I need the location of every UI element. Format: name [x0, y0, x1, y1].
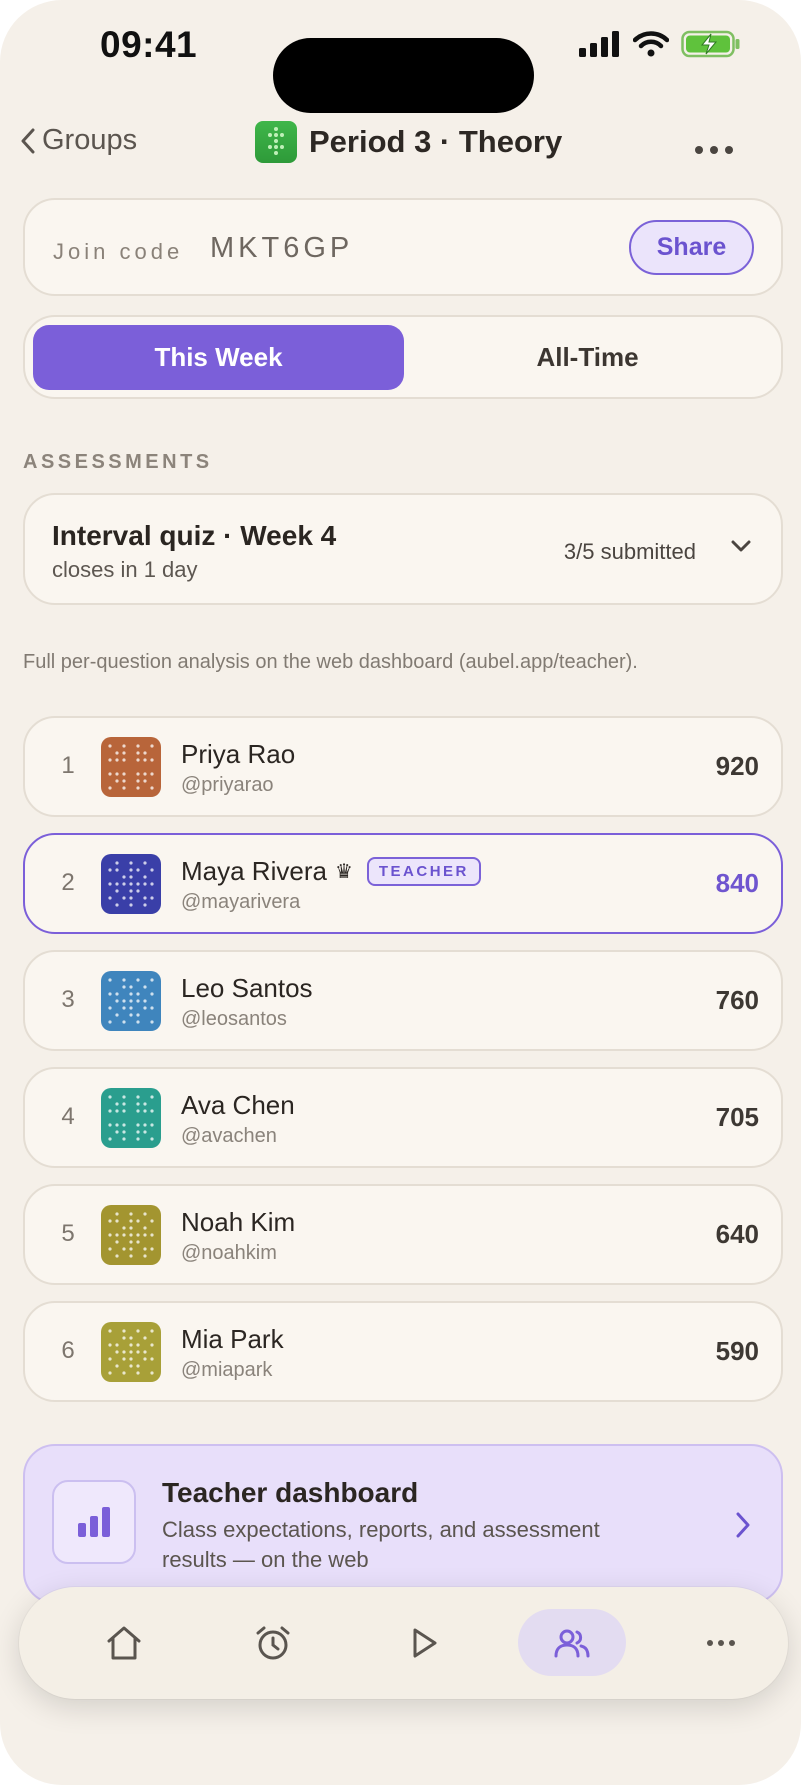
- avatar: [101, 1322, 161, 1382]
- player-name: Maya Rivera: [181, 856, 327, 886]
- player-name: Noah Kim: [181, 1207, 296, 1237]
- more-dot-icon: [725, 146, 733, 154]
- rank-number: 6: [61, 1337, 75, 1364]
- groups-icon: [554, 1629, 590, 1657]
- player-score: 840: [715, 868, 759, 898]
- player-handle: @priyarao: [181, 774, 274, 796]
- share-button[interactable]: Share: [629, 220, 754, 275]
- join-code-card: Join code MKT6GP Share: [23, 198, 783, 296]
- leaderboard-row[interactable]: 1 Priya Rao @priyarao 920: [23, 716, 783, 817]
- player-handle: @mayarivera: [181, 891, 301, 913]
- chevron-right-icon: [736, 1512, 750, 1538]
- leaderboard-row[interactable]: 6 Mia Park @miapark 590: [23, 1301, 783, 1402]
- name-line: Noah Kim: [181, 1207, 295, 1238]
- avatar: [101, 737, 161, 797]
- cellular-signal-icon: [579, 31, 619, 57]
- name-line: Maya Rivera ♛ TEACHER: [181, 856, 481, 887]
- name-line: Priya Rao: [181, 739, 295, 770]
- dashboard-title: Teacher dashboard: [162, 1477, 419, 1508]
- leaderboard-row[interactable]: 2 Maya Rivera ♛ TEACHER @mayarivera 840: [23, 833, 783, 934]
- leaderboard-row[interactable]: 3 Leo Santos @leosantos 760: [23, 950, 783, 1051]
- avatar: [101, 1205, 161, 1265]
- segment-all-time[interactable]: All-Time: [402, 325, 773, 390]
- assessment-card[interactable]: Interval quiz · Week 4 closes in 1 day 3…: [23, 493, 783, 605]
- player-name: Priya Rao: [181, 739, 296, 769]
- assessments-section-label: ASSESSMENTS: [23, 451, 213, 473]
- more-icon: [707, 1639, 735, 1646]
- tab-groups[interactable]: [518, 1609, 626, 1676]
- bar-chart-icon: [52, 1480, 136, 1564]
- player-score: 920: [715, 751, 759, 781]
- join-code-label: Join code: [53, 239, 184, 264]
- dashboard-note: Full per-question analysis on the web da…: [23, 651, 638, 673]
- more-dot-icon: [695, 146, 703, 154]
- player-score: 590: [715, 1336, 759, 1366]
- home-icon: [107, 1626, 141, 1659]
- rank-number: 4: [61, 1103, 75, 1130]
- name-line: Mia Park: [181, 1324, 284, 1355]
- tab-play[interactable]: [369, 1609, 477, 1676]
- chevron-down-icon: [731, 540, 751, 552]
- segment-this-week[interactable]: This Week: [33, 325, 404, 390]
- leaderboard-row[interactable]: 4 Ava Chen @avachen 705: [23, 1067, 783, 1168]
- assessment-deadline: closes in 1 day: [52, 557, 198, 582]
- rank-number: 3: [61, 986, 75, 1013]
- avatar: [101, 971, 161, 1031]
- leaderboard-row[interactable]: 5 Noah Kim @noahkim 640: [23, 1184, 783, 1285]
- more-options-button[interactable]: [695, 146, 733, 158]
- back-label: Groups: [42, 124, 138, 156]
- tab-bar: [19, 1587, 788, 1699]
- teacher-badge: TEACHER: [366, 857, 481, 886]
- rank-number: 2: [61, 869, 75, 896]
- crown-icon: ♛: [334, 861, 353, 883]
- avatar: [101, 1088, 161, 1148]
- join-code-value: MKT6GP: [210, 232, 354, 264]
- page-title: Period 3 · Theory: [255, 121, 562, 163]
- battery-charging-icon: [681, 30, 740, 58]
- alarm-icon: [256, 1626, 290, 1659]
- play-icon: [413, 1628, 437, 1657]
- tab-more[interactable]: [667, 1609, 775, 1676]
- player-score: 760: [715, 985, 759, 1015]
- name-line: Leo Santos: [181, 973, 313, 1004]
- player-name: Leo Santos: [181, 973, 313, 1003]
- assessment-submitted-count: 3/5 submitted: [563, 539, 696, 564]
- player-handle: @miapark: [181, 1359, 273, 1381]
- group-icon: [255, 121, 297, 163]
- wifi-icon: [633, 31, 669, 57]
- avatar: [101, 854, 161, 914]
- name-line: Ava Chen: [181, 1090, 295, 1121]
- player-handle: @noahkim: [181, 1242, 277, 1264]
- period-segmented-control: This Week All-Time: [23, 315, 783, 399]
- player-name: Ava Chen: [181, 1090, 295, 1120]
- tab-practice[interactable]: [219, 1609, 327, 1676]
- group-title: Period 3 · Theory: [309, 124, 563, 159]
- rank-number: 5: [61, 1220, 75, 1247]
- player-score: 705: [715, 1102, 759, 1132]
- status-time: 09:41: [100, 24, 198, 65]
- dashboard-description: Class expectations, reports, and assessm…: [162, 1517, 600, 1572]
- player-score: 640: [715, 1219, 759, 1249]
- assessment-title: Interval quiz · Week 4: [52, 520, 337, 551]
- phone-screen: 09:41 Groups Period 3 · Theory Join code…: [0, 0, 801, 1785]
- dynamic-island: [273, 38, 534, 113]
- status-icons: [579, 30, 741, 58]
- back-button[interactable]: Groups: [20, 124, 137, 157]
- player-handle: @avachen: [181, 1125, 277, 1147]
- rank-number: 1: [61, 752, 75, 779]
- player-handle: @leosantos: [181, 1008, 287, 1030]
- more-dot-icon: [710, 146, 718, 154]
- teacher-dashboard-card[interactable]: Teacher dashboard Class expectations, re…: [23, 1444, 783, 1604]
- tab-home[interactable]: [70, 1609, 178, 1676]
- chevron-left-icon: [21, 128, 35, 153]
- player-name: Mia Park: [181, 1324, 284, 1354]
